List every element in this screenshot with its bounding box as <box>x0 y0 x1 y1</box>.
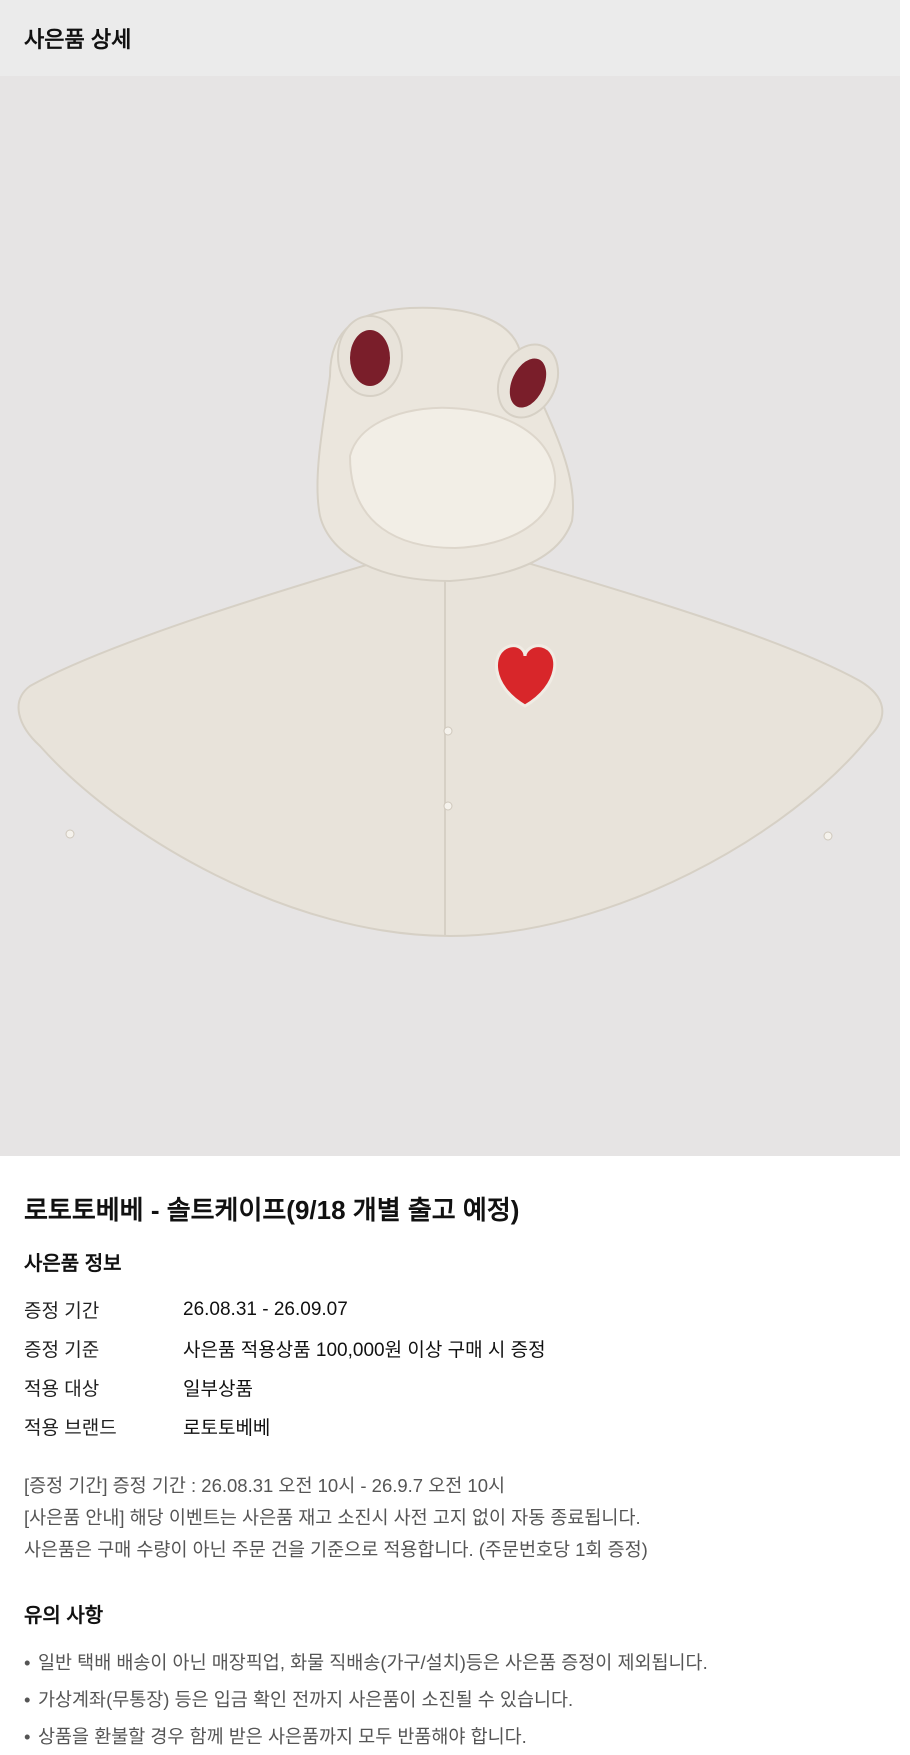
caution-item: • 상품을 환불할 경우 함께 받은 사은품까지 모두 반품해야 합니다. <box>24 1718 876 1755</box>
info-key: 증정 기준 <box>24 1340 100 1361</box>
caution-text: 일반 택배 배송이 아닌 매장픽업, 화물 직배송(가구/설치)등은 사은품 증… <box>38 1652 708 1673</box>
note-line: [사은품 안내] 해당 이벤트는 사은품 재고 소진시 사전 고지 없이 자동 … <box>24 1507 641 1528</box>
info-value: 사은품 적용상품 100,000원 이상 구매 시 증정 <box>183 1340 546 1361</box>
caution-text: 상품을 환불할 경우 함께 받은 사은품까지 모두 반품해야 합니다. <box>38 1726 527 1747</box>
info-key: 증정 기간 <box>24 1301 100 1322</box>
product-title: 로토토베베 - 솔트케이프(9/18 개별 출고 예정) <box>24 1195 520 1225</box>
gift-info-label: 사은품 정보 <box>24 1253 122 1275</box>
caution-list: • 일반 택배 배송이 아닌 매장픽업, 화물 직배송(가구/설치)등은 사은품… <box>24 1644 876 1755</box>
note-line: [증정 기간] 증정 기간 : 26.08.31 오전 10시 - 26.9.7… <box>24 1475 506 1496</box>
left-ear <box>337 315 403 397</box>
cape-body-shape <box>17 545 884 938</box>
cape-illustration <box>17 306 884 938</box>
gift-content: 로토토베베 - 솔트케이프(9/18 개별 출고 예정) 사은품 정보 증정 기… <box>0 1192 900 1755</box>
info-value: 일부상품 <box>183 1379 253 1400</box>
product-image <box>0 76 900 1156</box>
info-key: 적용 대상 <box>24 1379 100 1400</box>
page-title: 사은품 상세 <box>24 27 132 52</box>
caution-item: • 가상계좌(무통장) 등은 입금 확인 전까지 사은품이 소진될 수 있습니다… <box>24 1681 876 1718</box>
gift-info-table: 증정 기간 26.08.31 - 26.09.07 증정 기준 사은품 적용상품… <box>24 1290 876 1446</box>
note-line: 사은품은 구매 수량이 아닌 주문 건을 기준으로 적용합니다. (주문번호당 … <box>24 1539 648 1560</box>
page-header: 사은품 상세 <box>0 0 900 76</box>
snap-button-right <box>823 831 833 841</box>
bullet: • <box>24 1652 31 1673</box>
bullet: • <box>24 1726 31 1747</box>
snap-button-1 <box>443 726 453 736</box>
info-row-target: 적용 대상 일부상품 <box>24 1368 876 1407</box>
info-value: 로토토베베 <box>183 1418 271 1439</box>
caution-title: 유의 사항 <box>24 1605 104 1627</box>
snap-button-left <box>65 829 75 839</box>
bullet: • <box>24 1689 31 1710</box>
info-row-criteria: 증정 기준 사은품 적용상품 100,000원 이상 구매 시 증정 <box>24 1329 876 1368</box>
info-key: 적용 브랜드 <box>24 1418 117 1439</box>
info-value: 26.08.31 - 26.09.07 <box>183 1298 348 1320</box>
caution-item: • 일반 택배 배송이 아닌 매장픽업, 화물 직배송(가구/설치)등은 사은품… <box>24 1644 876 1681</box>
info-row-brand: 적용 브랜드 로토토베베 <box>24 1407 876 1446</box>
caution-text: 가상계좌(무통장) 등은 입금 확인 전까지 사은품이 소진될 수 있습니다. <box>38 1689 574 1710</box>
gift-notes: [증정 기간] 증정 기간 : 26.08.31 오전 10시 - 26.9.7… <box>24 1470 876 1566</box>
hood-opening <box>348 406 557 550</box>
gift-detail-page: 사은품 상세 로토토베베 - 솔트케이프(9/18 개별 출고 예정) 사은품 … <box>0 0 900 1755</box>
info-row-period: 증정 기간 26.08.31 - 26.09.07 <box>24 1290 876 1329</box>
snap-button-2 <box>443 801 453 811</box>
